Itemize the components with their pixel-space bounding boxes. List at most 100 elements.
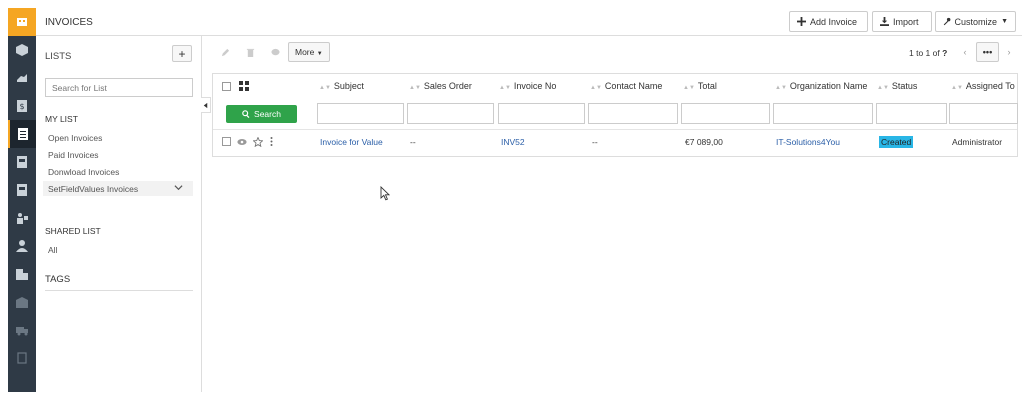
so-doc-icon[interactable] (8, 148, 36, 176)
list-item-setfieldvalues-invoices[interactable]: SetFieldValues Invoices (43, 181, 193, 196)
invoice-icon[interactable] (8, 120, 36, 148)
search-icon (242, 110, 250, 118)
sort-icon: ▲▼ (319, 85, 331, 91)
list-item-label: SetFieldValues Invoices (48, 184, 139, 194)
filter-assigned-to-input[interactable] (949, 103, 1018, 124)
sort-icon: ▲▼ (590, 85, 602, 91)
filter-subject-input[interactable] (317, 103, 404, 124)
select-all-checkbox[interactable] (222, 82, 231, 91)
eye-icon[interactable] (237, 138, 247, 146)
collapse-sidebar-button[interactable] (201, 97, 211, 113)
column-header-subject[interactable]: ▲▼ Subject (319, 81, 364, 91)
cell-total: €7 089,00 (685, 137, 723, 147)
list-item-open-invoices[interactable]: Open Invoices (43, 130, 193, 145)
filter-sales-order-input[interactable] (407, 103, 494, 124)
column-label: Assigned To (965, 81, 1015, 91)
import-button[interactable]: Import (872, 11, 932, 32)
add-invoice-label: Add Invoice (810, 16, 858, 27)
add-invoice-button[interactable]: Add Invoice (789, 11, 868, 32)
list-search-input[interactable] (45, 78, 193, 97)
more-label: More (295, 47, 315, 57)
caret-down-icon: ▼ (1001, 18, 1008, 25)
sort-icon: ▲▼ (951, 85, 963, 91)
customize-label: Customize (954, 16, 998, 27)
import-icon (880, 17, 889, 26)
filter-status-input[interactable] (876, 103, 947, 124)
caret-down-icon: ▼ (316, 51, 323, 57)
sort-icon: ▲▼ (409, 85, 421, 91)
organization-icon[interactable] (8, 260, 36, 288)
truck-icon[interactable] (8, 316, 36, 344)
invoice-list-table: ▲▼ Subject ▲▼ Sales Order ▲▼ Invoice No ▲▼ C… (212, 73, 1018, 157)
edit-icon[interactable] (217, 44, 233, 60)
lists-sidebar: LISTS + MY LIST Open Invoices Paid Invoi… (36, 36, 202, 392)
star-icon[interactable] (253, 137, 263, 147)
list-item-paid-invoices[interactable]: Paid Invoices (43, 147, 193, 162)
column-header-total[interactable]: ▲▼ Total (683, 81, 717, 91)
sort-icon: ▲▼ (683, 85, 695, 91)
column-header-contact-name[interactable]: ▲▼ Contact Name (590, 81, 662, 91)
column-label: Status (891, 81, 918, 91)
module-rail: $ (8, 8, 36, 392)
cube-icon[interactable] (8, 36, 36, 64)
pagination-total[interactable]: ? (942, 48, 947, 58)
customize-button[interactable]: Customize ▼ (935, 11, 1016, 32)
cell-invoice-no[interactable]: INV52 (501, 137, 525, 147)
column-label: Total (697, 81, 717, 91)
dollar-doc-icon[interactable]: $ (8, 92, 36, 120)
cell-status: Created (879, 136, 914, 148)
more-actions-icon[interactable] (270, 137, 273, 146)
list-item-download-invoices[interactable]: Donwload Invoices (43, 164, 193, 179)
filter-organization-input[interactable] (773, 103, 873, 124)
filter-total-input[interactable] (681, 103, 770, 124)
delete-icon[interactable] (242, 44, 258, 60)
page-jump-button[interactable]: ••• (976, 42, 999, 62)
add-list-button[interactable]: + (172, 45, 192, 62)
list-item-all[interactable]: All (43, 242, 193, 257)
more-dropdown[interactable]: More ▼ (288, 42, 330, 62)
next-page-button[interactable]: › (1002, 42, 1016, 62)
previous-page-button[interactable]: ‹ (958, 42, 972, 62)
list-toolbar: More ▼ 1 to 1 of ? ‹ ••• › (212, 41, 1018, 63)
chevron-down-icon[interactable] (174, 183, 183, 192)
cell-sales-order: -- (410, 137, 416, 147)
search-button[interactable]: Search (226, 105, 297, 123)
plus-icon (797, 17, 806, 26)
pagination-range: 1 to 1 (909, 48, 931, 58)
filter-invoice-no-input[interactable] (498, 103, 585, 124)
comment-icon[interactable] (267, 44, 283, 60)
po-doc-icon[interactable] (8, 176, 36, 204)
column-label: Contact Name (604, 81, 663, 91)
cell-assigned-to: Administrator (952, 137, 1003, 147)
column-header-invoice-no[interactable]: ▲▼ Invoice No (499, 81, 556, 91)
column-header-organization-name[interactable]: ▲▼ Organization Name (775, 81, 867, 91)
column-header-sales-order[interactable]: ▲▼ Sales Order (409, 81, 472, 91)
table-row-divider (213, 129, 1017, 130)
chevron-left-icon (203, 102, 208, 108)
column-layout-icon[interactable] (239, 81, 249, 91)
warehouse-icon[interactable] (8, 288, 36, 316)
hand-icon[interactable] (8, 64, 36, 92)
shared-list-title: SHARED LIST (45, 226, 101, 236)
import-label: Import (893, 16, 919, 27)
column-header-assigned-to[interactable]: ▲▼ Assigned To (951, 81, 1015, 91)
cell-organization[interactable]: IT-Solutions4You (776, 137, 840, 147)
wrench-icon (943, 17, 951, 26)
page-title: INVOICES (45, 17, 93, 28)
sort-icon: ▲▼ (877, 85, 889, 91)
cell-subject[interactable]: Invoice for Value (320, 137, 383, 147)
search-button-label: Search (254, 109, 281, 119)
sort-icon: ▲▼ (775, 85, 787, 91)
my-list-title: MY LIST (45, 114, 78, 124)
row-checkbox[interactable] (222, 137, 231, 146)
column-label: Subject (333, 81, 364, 91)
document-icon[interactable] (8, 344, 36, 372)
filter-contact-name-input[interactable] (588, 103, 678, 124)
contact-icon[interactable] (8, 232, 36, 260)
mouse-cursor-icon (380, 186, 390, 201)
app-logo-icon[interactable] (8, 8, 36, 36)
column-header-status[interactable]: ▲▼ Status (877, 81, 917, 91)
vendor-icon[interactable] (8, 204, 36, 232)
pagination-info: 1 to 1 of ? (909, 48, 947, 58)
column-label: Organization Name (789, 81, 868, 91)
